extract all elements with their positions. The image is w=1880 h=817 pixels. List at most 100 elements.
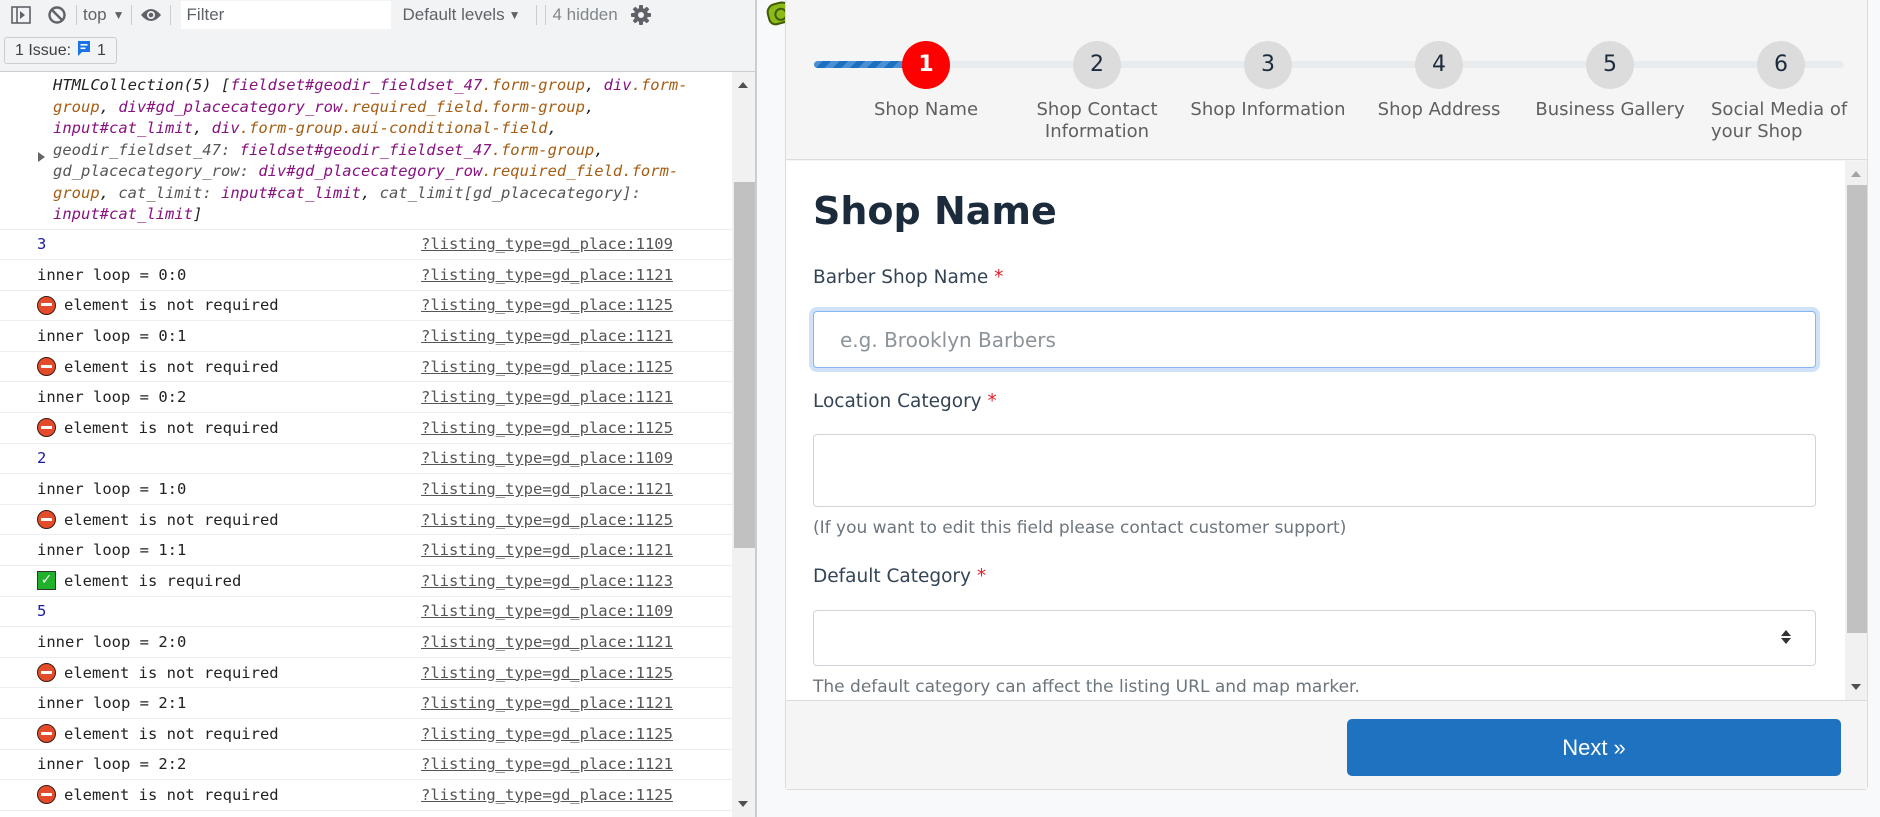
required-asterisk: * xyxy=(994,267,1004,288)
log-levels-label: Default levels xyxy=(402,5,505,24)
toggle-sidebar-icon[interactable] xyxy=(8,2,34,28)
log-text: inner loop = 2:2 xyxy=(37,755,187,774)
log-source-link[interactable]: ?listing_type=gd_place:1121 xyxy=(421,266,673,284)
toolbar-divider xyxy=(536,5,538,25)
form-scrollbar[interactable] xyxy=(1845,161,1867,700)
object-token: .form-group xyxy=(491,140,595,159)
context-label: top xyxy=(83,5,107,24)
shop-name-label-text: Barber Shop Name xyxy=(813,267,989,288)
object-token: div xyxy=(603,76,632,94)
step-number-circle[interactable]: 6 xyxy=(1757,41,1805,89)
log-message: element is not required xyxy=(37,785,279,805)
log-source-link[interactable]: ?listing_type=gd_place:1121 xyxy=(421,480,673,498)
log-levels-dropdown[interactable]: Default levels ▼ xyxy=(403,5,521,25)
object-prefix: HTMLCollection(5) [ xyxy=(53,76,231,94)
log-text: element is not required xyxy=(64,296,279,315)
step-number-circle[interactable]: 5 xyxy=(1586,41,1634,89)
log-source-link[interactable]: ?listing_type=gd_place:1125 xyxy=(421,725,673,743)
step-1[interactable]: 1 Shop Name xyxy=(846,41,1006,121)
log-source-link[interactable]: ?listing_type=gd_place:1121 xyxy=(421,327,673,345)
step-5[interactable]: 5 Business Gallery xyxy=(1530,41,1690,121)
log-source-link[interactable]: ?listing_type=gd_place:1125 xyxy=(421,786,673,804)
context-selector[interactable]: top ▼ xyxy=(83,5,125,25)
log-source-link[interactable]: ?listing_type=gd_place:1121 xyxy=(421,755,673,773)
log-source-link[interactable]: ?listing_type=gd_place:1121 xyxy=(421,694,673,712)
console-scrollbar[interactable] xyxy=(732,72,755,817)
console-log-row: ✓ element is required ?listing_type=gd_pla… xyxy=(0,566,732,597)
object-token: .form-group xyxy=(482,76,585,94)
console-filter-input[interactable]: Filter xyxy=(180,1,391,29)
log-text: inner loop = 0:1 xyxy=(37,327,187,346)
step-3[interactable]: 3 Shop Information xyxy=(1188,41,1348,121)
scrollbar-thumb[interactable] xyxy=(1847,185,1867,633)
scroll-up-arrow-icon[interactable] xyxy=(738,82,748,88)
step-2[interactable]: 2 Shop Contact Information xyxy=(1017,41,1177,143)
shop-name-input[interactable] xyxy=(813,311,1816,368)
expand-triangle-icon[interactable] xyxy=(38,152,45,162)
object-token: div#gd_placecategory_row xyxy=(118,97,343,116)
step-number-circle[interactable]: 3 xyxy=(1244,41,1292,89)
log-source-link[interactable]: ?listing_type=gd_place:1125 xyxy=(421,419,673,437)
log-source-link[interactable]: ?listing_type=gd_place:1125 xyxy=(421,358,673,376)
object-token: cat_limit[gd_placecategory]: xyxy=(379,183,641,202)
form-stepper: 1 Shop Name 2 Shop Contact Information 3 Shop… xyxy=(786,0,1867,160)
location-category-help: (If you want to edit this field please c… xyxy=(813,518,1347,538)
live-expression-eye-icon[interactable] xyxy=(138,2,164,28)
console-object-log[interactable]: HTMLCollection(5) [fieldset#geodir_field… xyxy=(0,72,732,230)
log-text: 2 xyxy=(37,449,47,468)
default-category-select[interactable] xyxy=(813,610,1816,666)
console-log-row: element is not required ?listing_type=gd_… xyxy=(0,658,732,689)
log-source-link[interactable]: ?listing_type=gd_place:1109 xyxy=(421,449,673,467)
log-source-link[interactable]: ?listing_type=gd_place:1109 xyxy=(421,602,673,620)
scroll-down-arrow-icon[interactable] xyxy=(738,801,748,807)
no-entry-emoji-icon xyxy=(37,295,56,315)
object-token: input#cat_limit xyxy=(53,205,193,223)
object-token: cat_limit: xyxy=(118,183,221,202)
step-4[interactable]: 4 Shop Address xyxy=(1359,41,1519,121)
no-entry-emoji-icon xyxy=(37,357,56,377)
check-mark-emoji-icon: ✓ xyxy=(37,571,56,591)
log-source-link[interactable]: ?listing_type=gd_place:1121 xyxy=(421,388,673,406)
web-page: Popup Maker 1.18s 109.6MB 0.09s 161Q Hi,… xyxy=(759,0,1880,817)
step-number-circle[interactable]: 1 xyxy=(902,41,950,89)
log-message: ✓ element is required xyxy=(37,571,241,591)
object-token: , xyxy=(547,119,557,137)
log-message: element is not required xyxy=(37,510,279,530)
log-source-link[interactable]: ?listing_type=gd_place:1121 xyxy=(421,633,673,651)
issues-button[interactable]: 1 Issue: 1 xyxy=(4,37,117,64)
step-number-circle[interactable]: 4 xyxy=(1415,41,1463,89)
log-source-link[interactable]: ?listing_type=gd_place:1109 xyxy=(421,235,673,253)
console-log-row: element is not required ?listing_type=gd_… xyxy=(0,352,732,383)
toolbar-divider xyxy=(130,5,132,25)
log-message: element is not required xyxy=(37,663,279,683)
scroll-up-arrow-icon[interactable] xyxy=(1851,171,1861,177)
dropdown-arrow-icon: ▼ xyxy=(112,8,125,22)
step-label: Shop Name xyxy=(873,99,979,120)
log-message: inner loop = 1:0 xyxy=(37,480,186,498)
step-label: Shop Information xyxy=(1190,99,1346,120)
console-log-row: element is not required ?listing_type=gd_… xyxy=(0,780,732,811)
log-source-link[interactable]: ?listing_type=gd_place:1125 xyxy=(421,296,673,314)
htmlcollection-preview: HTMLCollection(5) [fieldset#geodir_field… xyxy=(53,76,688,223)
step-number-circle[interactable]: 2 xyxy=(1073,41,1121,89)
clear-console-icon[interactable] xyxy=(44,2,70,28)
location-category-field[interactable] xyxy=(813,434,1816,507)
console-settings-gear-icon[interactable] xyxy=(628,2,654,28)
scroll-down-arrow-icon[interactable] xyxy=(1851,684,1861,690)
log-source-link[interactable]: ?listing_type=gd_place:1121 xyxy=(421,541,673,559)
object-token: , xyxy=(594,140,604,159)
object-token: div xyxy=(211,119,240,137)
log-source-link[interactable]: ?listing_type=gd_place:1125 xyxy=(421,664,673,682)
console-log-row: inner loop = 1:0 ?listing_type=gd_place:1… xyxy=(0,474,732,505)
toolbar-divider xyxy=(76,5,77,25)
log-message: inner loop = 2:2 xyxy=(37,755,186,773)
log-source-link[interactable]: ?listing_type=gd_place:1123 xyxy=(421,572,673,590)
next-button[interactable]: Next » xyxy=(1347,719,1841,776)
object-token: .form-group.aui-conditional-field xyxy=(239,119,548,137)
object-token: geodir_fieldset_47: xyxy=(53,140,240,159)
step-6[interactable]: 6 Social Media of your Shop xyxy=(1701,41,1861,143)
log-message: inner loop = 1:1 xyxy=(37,541,186,559)
log-source-link[interactable]: ?listing_type=gd_place:1125 xyxy=(421,511,673,529)
scrollbar-thumb[interactable] xyxy=(734,182,755,548)
object-token: input#cat_limit xyxy=(221,183,361,202)
